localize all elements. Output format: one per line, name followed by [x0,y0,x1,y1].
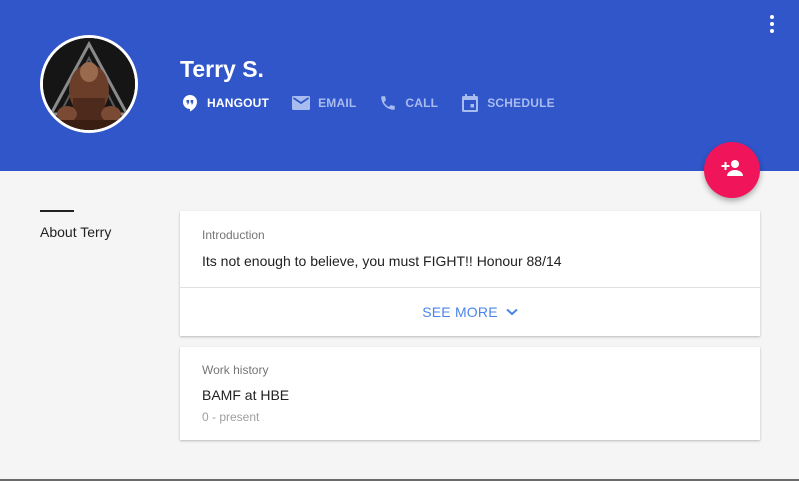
hangout-label: HANGOUT [207,96,270,110]
work-history-card: Work history BAMF at HBE 0 - present [180,347,760,440]
email-icon [291,93,311,113]
avatar[interactable] [40,35,138,133]
about-section-label: About Terry [40,224,112,240]
phone-icon [378,93,398,113]
schedule-label: SCHEDULE [487,96,555,110]
job-period: 0 - present [202,410,260,424]
see-more-button[interactable]: SEE MORE [180,288,760,336]
schedule-button[interactable]: SCHEDULE [460,93,555,113]
hangout-icon [180,93,200,113]
job-title: BAMF at HBE [202,387,290,403]
call-label: CALL [405,96,439,110]
profile-header: Terry S. HANGOUT EMAIL CALL SCHEDULE [0,0,799,171]
contact-actions: HANGOUT EMAIL CALL SCHEDULE [180,92,577,114]
email-label: EMAIL [318,96,357,110]
add-contact-button[interactable] [704,142,760,198]
section-indicator [40,210,74,212]
chevron-down-icon [506,308,518,316]
introduction-title: Introduction [202,228,265,242]
more-options-icon[interactable] [762,12,782,36]
introduction-card: Introduction Its not enough to believe, … [180,211,760,336]
work-history-title: Work history [202,363,269,377]
person-add-icon [720,156,744,185]
introduction-text: Its not enough to believe, you must FIGH… [202,253,562,269]
profile-name: Terry S. [180,56,264,82]
see-more-label: SEE MORE [422,304,498,320]
email-button[interactable]: EMAIL [291,93,356,113]
calendar-icon [460,93,480,113]
hangout-button[interactable]: HANGOUT [180,93,269,113]
call-button[interactable]: CALL [378,93,438,113]
